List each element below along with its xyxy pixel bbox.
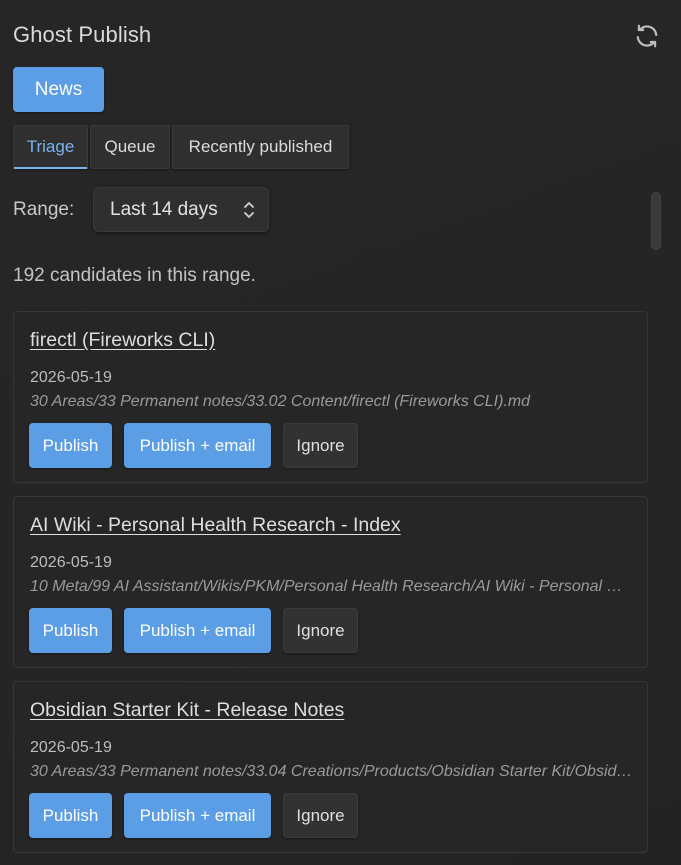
publish-button[interactable]: Publish [29, 423, 112, 468]
ignore-button[interactable]: Ignore [283, 608, 358, 653]
candidate-card: AI Wiki - Personal Health Research - Ind… [13, 496, 648, 668]
range-selected-value: Last 14 days [110, 199, 218, 220]
ghost-publish-panel: Ghost Publish News Triage Queue Recently… [0, 0, 681, 865]
range-row: Range: Last 14 days [13, 187, 313, 233]
tab-triage[interactable]: Triage [13, 125, 88, 169]
tab-queue[interactable]: Queue [90, 125, 170, 169]
candidate-path: 30 Areas/33 Permanent notes/33.02 Conten… [30, 393, 531, 410]
tab-recently-published[interactable]: Recently published [172, 125, 349, 169]
candidate-title-link[interactable]: Obsidian Starter Kit - Release Notes [30, 699, 344, 722]
panel-title: Ghost Publish [13, 22, 152, 47]
news-feed-button[interactable]: News [13, 67, 104, 112]
range-select[interactable]: Last 14 days [93, 187, 269, 232]
publish-email-button[interactable]: Publish + email [124, 423, 271, 468]
candidate-card: Obsidian Starter Kit - Release Notes 202… [13, 681, 648, 853]
refresh-button[interactable] [633, 22, 661, 50]
candidate-title-link[interactable]: AI Wiki - Personal Health Research - Ind… [30, 514, 401, 537]
ignore-button[interactable]: Ignore [283, 423, 358, 468]
range-label: Range: [13, 199, 75, 220]
candidate-title-link[interactable]: firectl (Fireworks CLI) [30, 329, 215, 352]
view-tabs: Triage Queue Recently published [13, 125, 351, 170]
candidate-count: 192 candidates in this range. [13, 265, 256, 286]
publish-button[interactable]: Publish [29, 793, 112, 838]
candidate-date: 2026-05-19 [30, 554, 112, 571]
candidate-path: 30 Areas/33 Permanent notes/33.04 Creati… [30, 763, 633, 780]
chevron-up-down-icon [244, 202, 254, 218]
publish-email-button[interactable]: Publish + email [124, 793, 271, 838]
candidate-date: 2026-05-19 [30, 739, 112, 756]
publish-button[interactable]: Publish [29, 608, 112, 653]
candidate-path: 10 Meta/99 AI Assistant/Wikis/PKM/Person… [30, 578, 633, 595]
scrollbar-thumb[interactable] [651, 192, 661, 250]
ignore-button[interactable]: Ignore [283, 793, 358, 838]
candidate-card: firectl (Fireworks CLI) 2026-05-19 30 Ar… [13, 311, 648, 483]
candidate-date: 2026-05-19 [30, 369, 112, 386]
panel-header: Ghost Publish [13, 20, 661, 52]
refresh-icon [636, 24, 658, 48]
publish-email-button[interactable]: Publish + email [124, 608, 271, 653]
